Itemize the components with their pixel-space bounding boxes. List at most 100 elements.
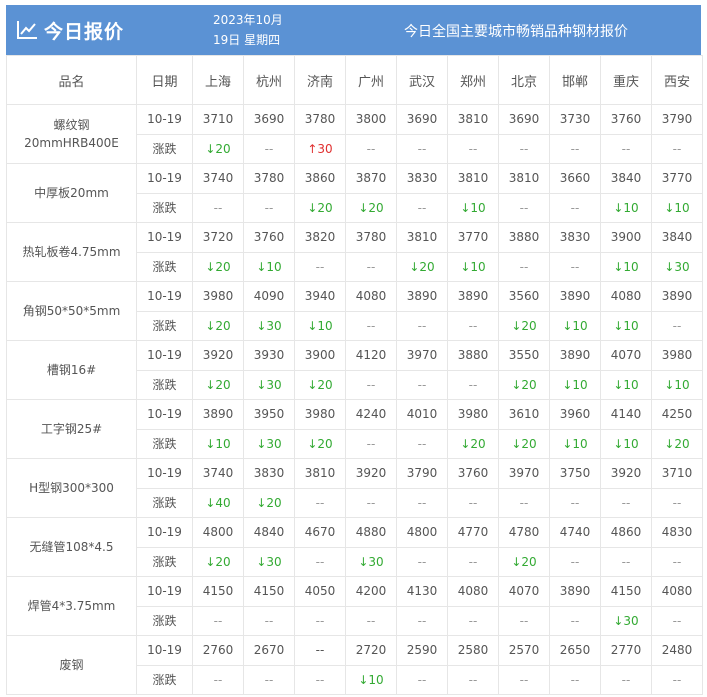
change-cell: ↓20 [294,428,346,459]
change-cell: ↓10 [549,310,601,341]
product-name: 无缝管108*4.5 [6,517,137,577]
change-cell: -- [243,605,295,636]
change-cell: -- [396,192,448,223]
change-cell: ↓30 [651,251,703,282]
change-cell: ↓20 [498,546,550,577]
price-cell: 3760 [600,104,652,135]
change-cell: -- [396,369,448,400]
change-cell: ↓10 [294,310,346,341]
change-cell: -- [294,546,346,577]
change-cell: ↓10 [600,192,652,223]
price-cell: 3860 [294,163,346,194]
change-cell: -- [549,133,601,164]
change-cell: -- [192,605,244,636]
price-cell: 3750 [549,458,601,489]
price-date: 10-19 [136,163,193,194]
change-cell: -- [192,192,244,223]
change-cell: -- [294,487,346,518]
change-cell: ↓20 [498,369,550,400]
price-date: 10-19 [136,517,193,548]
price-cell: 3810 [447,104,499,135]
change-label: 涨跌 [136,546,193,577]
price-cell: 4880 [345,517,397,548]
price-cell: 4830 [651,517,703,548]
price-cell: 2650 [549,635,601,666]
price-cell: 4250 [651,399,703,430]
change-cell: -- [396,428,448,459]
change-cell: -- [192,664,244,695]
price-cell: 3710 [651,458,703,489]
table-row-price: 工字钢25# 10-19 3890 3950 3980 4240 4010 3980 3610 3… [6,399,703,459]
chart-line-icon [17,21,37,39]
price-cell: 2580 [447,635,499,666]
price-cell: 2770 [600,635,652,666]
date-year-month: 2023年10月 [213,13,283,27]
table-row-price: 焊管4*3.75mm 10-19 4150 4150 4050 4200 4130 4080 4… [6,576,703,636]
price-cell: 3830 [243,458,295,489]
change-cell: -- [651,310,703,341]
change-cell: -- [549,487,601,518]
change-cell: -- [396,605,448,636]
price-cell: 3950 [243,399,295,430]
change-cell: -- [294,664,346,695]
price-cell: 3980 [651,340,703,371]
price-cell: 3980 [192,281,244,312]
price-table: 品名 日期 上海 杭州 济南 广州 武汉 郑州 北京 邯郸 重庆 西安 螺纹钢2… [6,55,703,695]
change-cell: ↓40 [192,487,244,518]
change-cell: ↓10 [651,369,703,400]
price-cell: 2670 [243,635,295,666]
date-day-weekday: 19日 星期四 [213,33,281,47]
price-cell: 4080 [600,281,652,312]
price-cell: 4860 [600,517,652,548]
change-cell: -- [345,605,397,636]
change-cell: -- [396,546,448,577]
change-label: 涨跌 [136,487,193,518]
change-label: 涨跌 [136,605,193,636]
header-bar: 今日报价 2023年10月 19日 星期四 今日全国主要城市畅销品种钢材报价 [6,5,701,55]
price-cell: 4800 [396,517,448,548]
price-cell: 2720 [345,635,397,666]
column-header-city: 广州 [345,55,397,105]
change-label: 涨跌 [136,428,193,459]
price-cell: 3660 [549,163,601,194]
product-name: 焊管4*3.75mm [6,576,137,636]
change-cell: ↓20 [651,428,703,459]
price-cell: 3830 [396,163,448,194]
price-cell: 3970 [396,340,448,371]
change-cell: ↓10 [600,310,652,341]
change-cell: ↓20 [498,310,550,341]
change-cell: -- [345,428,397,459]
change-cell: ↓20 [192,133,244,164]
price-cell: 4770 [447,517,499,548]
change-cell: ↓30 [243,310,295,341]
change-cell: ↓30 [243,428,295,459]
price-date: 10-19 [136,635,193,666]
column-header-city: 重庆 [600,55,652,105]
change-cell: -- [651,133,703,164]
price-cell: 3930 [243,340,295,371]
change-cell: -- [345,133,397,164]
column-header-city: 邯郸 [549,55,601,105]
change-label: 涨跌 [136,251,193,282]
change-cell: -- [498,251,550,282]
product-name: 工字钢25# [6,399,137,459]
price-cell: 3890 [651,281,703,312]
change-cell: -- [498,605,550,636]
price-cell: 3960 [549,399,601,430]
price-cell: 3810 [498,163,550,194]
change-cell: -- [396,310,448,341]
change-cell: -- [396,487,448,518]
header-subtitle: 今日全国主要城市畅销品种钢材报价 [404,24,628,40]
price-cell: 4080 [345,281,397,312]
change-cell: ↓10 [447,251,499,282]
change-cell: -- [243,133,295,164]
change-cell: ↓10 [549,369,601,400]
price-cell: 3890 [549,340,601,371]
change-cell: -- [498,133,550,164]
column-header-city: 郑州 [447,55,499,105]
change-cell: -- [345,369,397,400]
table-row-price: 热轧板卷4.75mm 10-19 3720 3760 3820 3780 3810 3770 3… [6,222,703,282]
price-cell: 3810 [447,163,499,194]
change-cell: -- [600,133,652,164]
price-cell: 3920 [345,458,397,489]
